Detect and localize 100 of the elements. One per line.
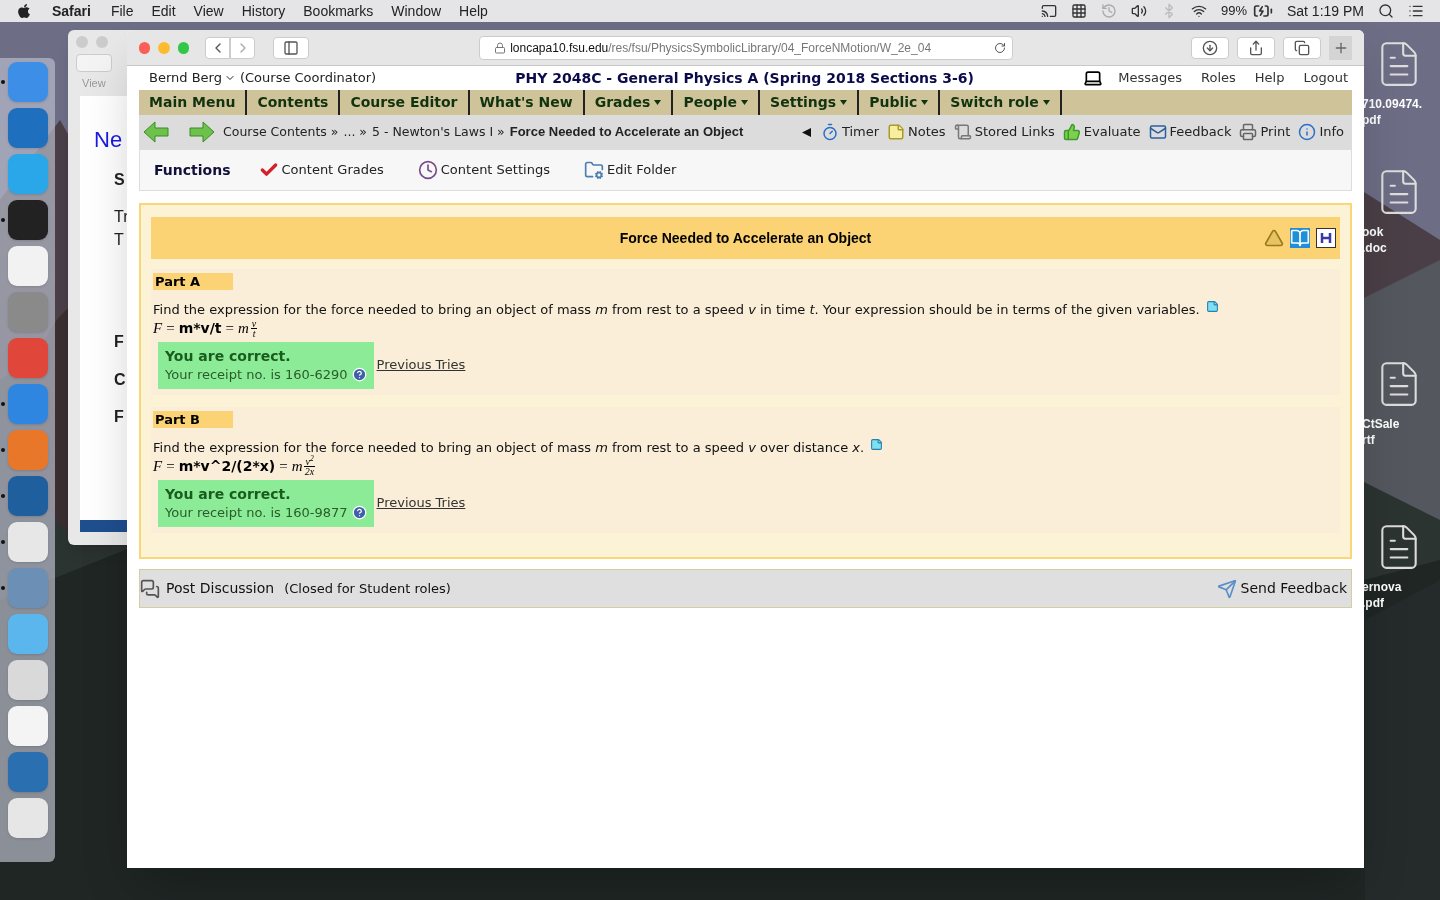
- app-menu[interactable]: Safari: [52, 0, 91, 22]
- clock-icon: [417, 160, 438, 180]
- tool-link[interactable]: Info: [1298, 122, 1344, 142]
- share-icon: [1247, 39, 1264, 56]
- app-icon[interactable]: [7, 706, 48, 746]
- entered-answer: m*v/t: [178, 319, 222, 338]
- tabs-button[interactable]: [1283, 36, 1322, 59]
- previous-tries-link[interactable]: Previous Tries: [376, 354, 466, 374]
- equals-sign: =: [166, 319, 175, 339]
- address-field[interactable]: loncapa10.fsu.edu/res/fsu/PhysicsSymbolicLibrary/04_ForceNMotion/W_2e_04: [479, 35, 1013, 60]
- tool-link[interactable]: Notes: [887, 122, 946, 142]
- back-arrow-icon[interactable]: [143, 121, 169, 143]
- battery-percent: 99%: [1220, 2, 1247, 21]
- grid-icon[interactable]: [1070, 3, 1087, 19]
- caret-icon: [921, 100, 929, 105]
- menu-item[interactable]: Edit: [151, 0, 176, 22]
- previous-tries-link[interactable]: Previous Tries: [376, 492, 466, 512]
- printer-icon: [1239, 123, 1258, 141]
- receipt-text: Your receipt no. is 160-9877: [165, 503, 348, 522]
- fraction-numerator: v: [250, 319, 258, 329]
- file-label[interactable]: .doc: [1360, 240, 1387, 256]
- scroll-icon: [953, 123, 972, 141]
- tool-link[interactable]: Evaluate: [1062, 122, 1141, 142]
- back-button[interactable]: [205, 36, 231, 59]
- tool-link[interactable]: Stored Links: [953, 122, 1055, 142]
- tool-link[interactable]: Print: [1239, 122, 1291, 142]
- function-link[interactable]: Content Grades: [258, 160, 384, 180]
- note-icon[interactable]: [870, 438, 884, 451]
- speech-bubble-icon[interactable]: [140, 578, 160, 599]
- menu-item[interactable]: File: [110, 0, 134, 22]
- function-link[interactable]: Content Settings: [417, 160, 550, 180]
- wifi-icon[interactable]: [1190, 3, 1207, 19]
- book-icon[interactable]: [1290, 228, 1310, 248]
- left-triangle-icon[interactable]: [801, 127, 811, 137]
- info-icon: [1298, 123, 1317, 141]
- menu-item[interactable]: View: [193, 0, 224, 22]
- menu-item[interactable]: Window: [391, 0, 442, 22]
- document-text: F: [114, 332, 124, 352]
- post-discussion-link[interactable]: Post Discussion: [166, 578, 275, 599]
- envelope-icon: [1148, 123, 1167, 141]
- folder-icon: [583, 160, 604, 180]
- tabs-icon: [1294, 39, 1311, 56]
- file-label[interactable]: CtSale: [1360, 416, 1400, 432]
- forward-button[interactable]: [230, 36, 255, 59]
- caret-icon: [1042, 100, 1050, 105]
- breadcrumb-link[interactable]: ... »: [343, 122, 367, 142]
- function-link[interactable]: Edit Folder: [583, 160, 677, 180]
- header-link[interactable]: Messages: [1118, 68, 1183, 88]
- header-link[interactable]: Roles: [1201, 68, 1236, 88]
- send-feedback-link[interactable]: Send Feedback: [1216, 578, 1347, 599]
- lock-icon: [494, 41, 507, 54]
- app-icon[interactable]: [7, 798, 48, 838]
- zoom-button[interactable]: [177, 41, 190, 54]
- document-text: C: [114, 370, 126, 390]
- search-icon[interactable]: [1378, 3, 1394, 19]
- breadcrumb-link[interactable]: Course Contents »: [223, 122, 339, 142]
- header-link[interactable]: Help: [1254, 68, 1285, 88]
- equals-sign: =: [279, 457, 288, 477]
- reload-icon[interactable]: [993, 41, 1006, 54]
- clock-icon[interactable]: [1100, 3, 1117, 19]
- math-variable: F: [153, 319, 163, 339]
- user-menu[interactable]: Bernd Berg: [149, 68, 236, 88]
- h-icon[interactable]: [1316, 228, 1336, 248]
- breadcrumb-link[interactable]: 5 - Newton's Laws I »: [372, 122, 505, 142]
- entered-answer: m*v^2/(2*x): [178, 457, 276, 476]
- menu-item[interactable]: History: [241, 0, 286, 22]
- status-text: You are correct.: [165, 346, 292, 365]
- functions-title: Functions: [154, 160, 231, 180]
- menu-item[interactable]: Help: [459, 0, 488, 22]
- note-icon[interactable]: [1205, 300, 1219, 313]
- new-tab-button[interactable]: [1329, 35, 1352, 60]
- header-link[interactable]: Logout: [1303, 68, 1348, 88]
- tool-link[interactable]: Timer: [820, 122, 880, 142]
- laptop-icon[interactable]: [1083, 68, 1104, 88]
- app-icon[interactable]: [7, 246, 48, 286]
- app-icon[interactable]: [7, 660, 48, 700]
- tool-link[interactable]: Feedback: [1148, 122, 1232, 142]
- ruler-icon[interactable]: [1264, 228, 1284, 248]
- sidebar-button[interactable]: [272, 36, 310, 59]
- file-label[interactable]: ernova: [1360, 579, 1402, 595]
- part-label: Part B: [153, 411, 233, 428]
- math-variable: m: [237, 319, 249, 339]
- document-text: S: [114, 170, 125, 190]
- menu-item[interactable]: Bookmarks: [303, 0, 374, 22]
- help-icon[interactable]: [351, 504, 367, 520]
- downloads-button[interactable]: [1190, 36, 1229, 59]
- forward-arrow-icon[interactable]: [189, 121, 215, 143]
- cast-icon[interactable]: [1040, 3, 1057, 19]
- help-icon[interactable]: [351, 366, 367, 382]
- app-icon[interactable]: [7, 200, 48, 240]
- close-button[interactable]: [139, 41, 151, 54]
- file-label[interactable]: .pdf: [1360, 595, 1384, 611]
- clock[interactable]: Sat 1:19 PM: [1286, 0, 1364, 22]
- list-icon[interactable]: [1408, 3, 1424, 19]
- fraction-denominator: 2x: [304, 467, 315, 476]
- app-icon[interactable]: [7, 522, 48, 562]
- question-text: Find the expression for the force needed to bring an object of mass m from rest to a speed v in time t. Your expression should be in terms of the given variables.: [153, 301, 1200, 319]
- volume-icon[interactable]: [1130, 3, 1147, 19]
- apple-icon[interactable]: [16, 3, 32, 19]
- share-button[interactable]: [1236, 36, 1275, 59]
